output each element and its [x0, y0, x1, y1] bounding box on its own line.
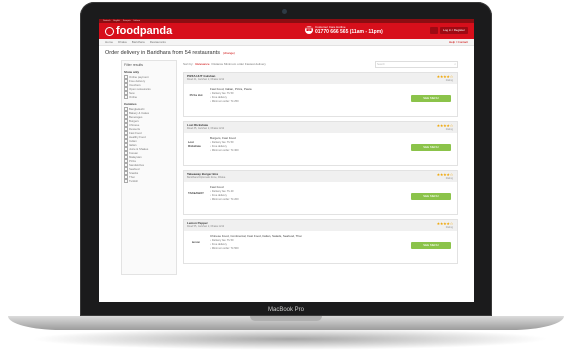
info-text: Minimum order: Tk 500 [211, 246, 239, 250]
search-icon: ⌕ [454, 61, 456, 66]
restaurant-info: Burgers, Fast Food • Delivery fee: Tk 50 • F… [210, 136, 239, 152]
card-header: PIZZA HUT Gulshan Road 41, Gulshan 2, Dha… [184, 73, 457, 84]
card-header: Lemon Pepper Road 55, Gulshan 2, Dhaka 12… [184, 220, 457, 231]
cuisine-list: Chinese Food, Continental, Fast Food, It… [210, 234, 302, 238]
help-link[interactable]: Help / Contact [449, 40, 468, 44]
cash-icon: • [210, 197, 211, 201]
restaurant-address: Road 41, Gulshan 2, Dhaka 1212 [187, 78, 225, 81]
filter-section-title: Show only [124, 70, 139, 74]
cash-icon: • [210, 246, 211, 250]
logo-text: foodpanda [116, 25, 173, 37]
filter-checkbox[interactable]: Turkish [124, 179, 174, 183]
restaurant-logo[interactable]: Pizza Hut [188, 89, 204, 101]
info-line: • Minimum order: Tk 300 [210, 149, 239, 153]
search-placeholder: Search [377, 62, 385, 66]
language-link[interactable]: Deutsch [103, 20, 110, 22]
laptop-model-label: MacBook Pro [267, 307, 304, 313]
rating-label: Rating [445, 226, 453, 229]
camera-icon [282, 9, 287, 14]
user-icon[interactable] [430, 27, 438, 34]
filter-title: Filter results [124, 63, 144, 67]
filter-section-title: Cuisines [124, 102, 137, 106]
sort-options[interactable]: Distance Minimum order Fastest delivery [212, 62, 266, 66]
filter-checkbox[interactable]: Online [124, 95, 174, 99]
filter-sidebar: Filter results Show only Online payment Fr… [121, 60, 177, 275]
sort-label: Sort by: [183, 62, 194, 66]
cash-icon: • [210, 99, 211, 103]
sort-bar: Sort by: Relevance Distance Minimum orde… [183, 60, 458, 68]
language-link[interactable]: Italiano [134, 20, 140, 22]
page-title: Order delivery in Baridhara from 54 rest… [99, 46, 474, 56]
breadcrumb: Home Dhaka Baridhara Restaurants Help / Cont… [99, 39, 474, 46]
info-line: • Minimum order: Tk 250 [210, 100, 252, 104]
info-text: Minimum order: Tk 200 [211, 197, 239, 201]
foodpanda-logo[interactable]: foodpanda [105, 25, 172, 37]
hotline: ☎ Customer Care Hotline 01770 666 565 (1… [305, 25, 383, 35]
hotline-number: 01770 666 565 (11am - 11pm) [315, 29, 383, 35]
nav-item[interactable]: Restaurants [150, 40, 166, 44]
see-menu-button[interactable]: SEE MENU [411, 144, 451, 151]
site-header: foodpanda ☎ Customer Care Hotline 01770 … [99, 23, 474, 39]
card-header: Lost Rickshaw Road 35, Gulshan 2, Dhaka 1… [184, 122, 457, 133]
restaurant-address: Road 35, Gulshan 2, Dhaka 1212 [187, 127, 225, 130]
restaurant-info: Fast Food, Italian, Pizza, Pasta • Deliver… [210, 87, 252, 103]
language-link[interactable]: Français [123, 20, 131, 22]
phone-icon: ☎ [305, 26, 313, 34]
content-area: Filter results Show only Online payment Fr… [99, 56, 474, 275]
rating-label: Rating [445, 128, 453, 131]
restaurant-list: Sort by: Relevance Distance Minimum orde… [183, 60, 458, 275]
restaurant-logo[interactable]: TAKEAWAY [188, 187, 204, 199]
panda-icon [105, 26, 114, 36]
laptop-screen: Deutsch English Français Italiano foodpanda… [99, 19, 474, 302]
cash-icon: • [210, 148, 211, 152]
cuisine-list: Fast Food [210, 185, 224, 189]
see-menu-button[interactable]: SEE MENU [411, 95, 451, 102]
restaurant-card[interactable]: Takeaway Burger Box Baridhara Diplomatic … [183, 170, 458, 215]
restaurant-card[interactable]: Lemon Pepper Road 55, Gulshan 2, Dhaka 12… [183, 219, 458, 264]
sort-relevance[interactable]: Relevance [195, 62, 209, 66]
user-area: Log in / Register [430, 27, 468, 34]
info-line: • Minimum order: Tk 500 [210, 247, 302, 251]
see-menu-button[interactable]: SEE MENU [411, 242, 451, 249]
card-header: Takeaway Burger Box Baridhara Diplomatic … [184, 171, 457, 182]
nav-item[interactable]: Dhaka [118, 40, 127, 44]
restaurant-info: Chinese Food, Continental, Fast Food, It… [210, 234, 302, 250]
restaurant-card[interactable]: PIZZA HUT Gulshan Road 41, Gulshan 2, Dha… [183, 72, 458, 117]
cuisine-list: Burgers, Fast Food [210, 136, 236, 140]
restaurant-logo[interactable]: lemon [188, 236, 204, 248]
rating-label: Rating [445, 79, 453, 82]
info-text: Minimum order: Tk 300 [211, 148, 239, 152]
login-button[interactable]: Log in / Register [440, 27, 468, 34]
change-location-link[interactable]: (change) [223, 51, 235, 55]
rating-label: Rating [445, 177, 453, 180]
laptop-notch [250, 316, 322, 321]
cuisine-list: Fast Food, Italian, Pizza, Pasta [210, 87, 252, 91]
laptop-lid: Deutsch English Français Italiano foodpanda… [80, 2, 492, 316]
restaurant-info: Fast Food • Delivery fee: Tk 40 • Free deliv… [210, 185, 239, 201]
nav-item[interactable]: Home [105, 40, 113, 44]
nav-item[interactable]: Baridhara [132, 40, 145, 44]
restaurant-address: Road 55, Gulshan 2, Dhaka 1212 [187, 225, 225, 228]
info-line: • Minimum order: Tk 200 [210, 198, 239, 202]
restaurant-logo[interactable]: Lost Rickshaw [188, 138, 204, 150]
laptop-shadow [30, 328, 550, 350]
info-text: Minimum order: Tk 250 [211, 99, 239, 103]
see-menu-button[interactable]: SEE MENU [411, 193, 451, 200]
search-input[interactable]: Search ⌕ [375, 60, 458, 68]
restaurant-card[interactable]: Lost Rickshaw Road 35, Gulshan 2, Dhaka 1… [183, 121, 458, 166]
language-link[interactable]: English [113, 20, 120, 22]
headline-text: Order delivery in Baridhara from 54 rest… [105, 50, 220, 56]
restaurant-address: Baridhara Diplomatic Zone, Dhaka [187, 176, 226, 179]
